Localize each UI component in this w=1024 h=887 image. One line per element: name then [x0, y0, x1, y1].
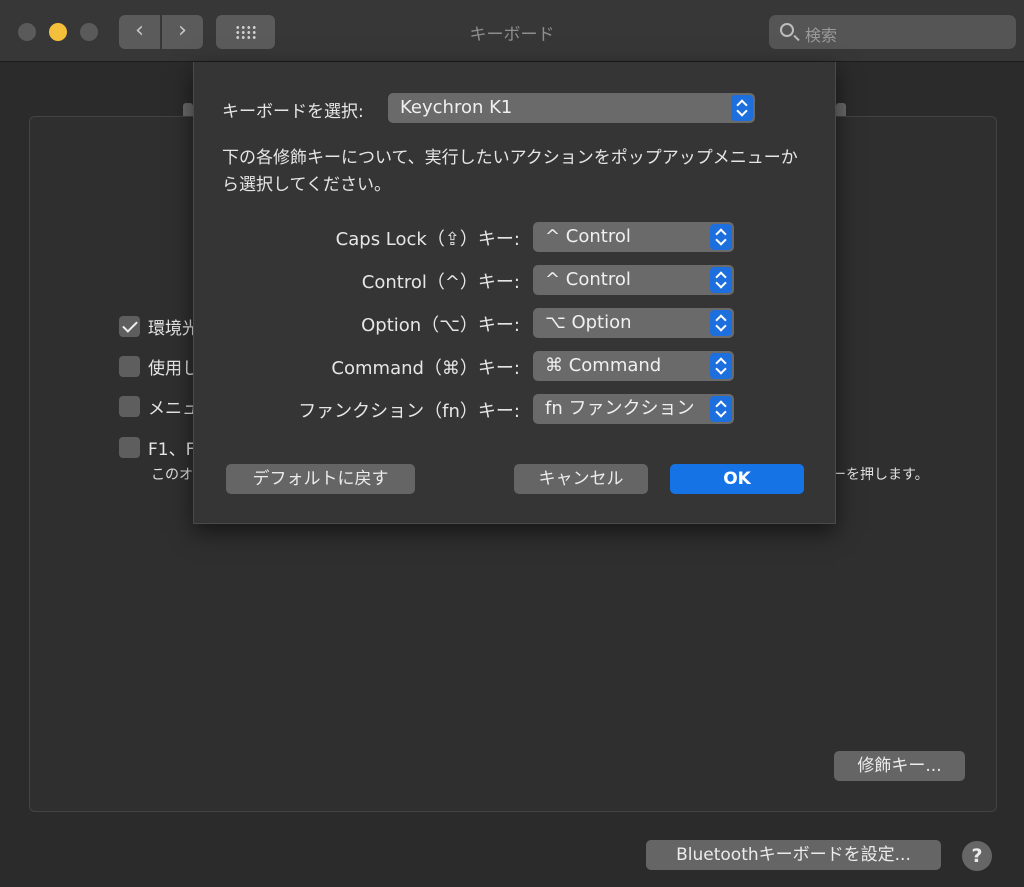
- help-button[interactable]: ?: [962, 841, 992, 871]
- command-key-label: Command（⌘）キー:: [331, 358, 520, 379]
- function-key-popup[interactable]: fn ファンクション: [533, 394, 734, 424]
- checkbox-row-3[interactable]: メニュ: [119, 395, 199, 419]
- checkbox-label: 使用し: [148, 358, 199, 379]
- command-key-value: ⌘ Command: [545, 355, 662, 376]
- updown-arrows-icon: [731, 95, 753, 121]
- checkbox-row-4[interactable]: F1、F: [119, 436, 196, 460]
- checkbox-row-2[interactable]: 使用し: [119, 355, 199, 379]
- modifier-keys-sheet: キーボードを選択: Keychron K1 下の各修飾キーについて、実行したいア…: [193, 62, 836, 524]
- checkbox[interactable]: [119, 436, 140, 458]
- keyboard-select-popup[interactable]: Keychron K1: [388, 93, 755, 123]
- control-key-popup[interactable]: ^ Control: [533, 265, 734, 295]
- checkbox[interactable]: [119, 395, 140, 417]
- ok-button[interactable]: OK: [670, 464, 804, 494]
- option-key-value: ⌥ Option: [545, 312, 632, 333]
- checkbox-note-start: このオ: [151, 467, 193, 483]
- command-key-popup[interactable]: ⌘ Command: [533, 351, 734, 381]
- updown-arrows-icon: [710, 310, 732, 336]
- keyboard-select-value: Keychron K1: [400, 97, 513, 118]
- title-bar: ‹ › キーボード 検索: [0, 0, 1024, 62]
- updown-arrows-icon: [710, 224, 732, 250]
- control-key-label: Control（^）キー:: [361, 272, 520, 293]
- search-placeholder: 検索: [805, 26, 838, 45]
- option-key-popup[interactable]: ⌥ Option: [533, 308, 734, 338]
- checkbox-label: F1、F: [148, 439, 196, 460]
- search-icon: [780, 23, 794, 37]
- checkbox-label: メニュ: [148, 398, 199, 419]
- modifier-keys-button[interactable]: 修飾キー...: [834, 751, 965, 781]
- keyboard-select-label: キーボードを選択:: [222, 102, 364, 122]
- updown-arrows-icon: [710, 267, 732, 293]
- caps-lock-key-popup[interactable]: ^ Control: [533, 222, 734, 252]
- caps-lock-key-label: Caps Lock（⇪）キー:: [335, 229, 520, 250]
- checkbox-note-end: ーを押します。: [832, 467, 929, 483]
- control-key-value: ^ Control: [545, 269, 631, 290]
- checkbox-row-1[interactable]: 環境光: [119, 315, 199, 339]
- checkbox-checked[interactable]: [119, 315, 140, 337]
- checkbox-label: 環境光: [148, 318, 199, 339]
- updown-arrows-icon: [710, 353, 732, 379]
- option-key-label: Option（⌥）キー:: [361, 315, 520, 336]
- function-key-label: ファンクション（fn）キー:: [298, 401, 520, 422]
- checkbox[interactable]: [119, 355, 140, 377]
- sheet-description: 下の各修飾キーについて、実行したいアクションをポップアップメニューから選択してく…: [222, 148, 798, 195]
- restore-defaults-button[interactable]: デフォルトに戻す: [226, 464, 415, 494]
- function-key-value: fn ファンクション: [545, 398, 695, 419]
- cancel-button[interactable]: キャンセル: [514, 464, 648, 494]
- caps-lock-key-value: ^ Control: [545, 226, 631, 247]
- bluetooth-keyboard-setup-button[interactable]: Bluetoothキーボードを設定...: [646, 840, 941, 870]
- updown-arrows-icon: [710, 396, 732, 422]
- search-field[interactable]: 検索: [769, 15, 1016, 49]
